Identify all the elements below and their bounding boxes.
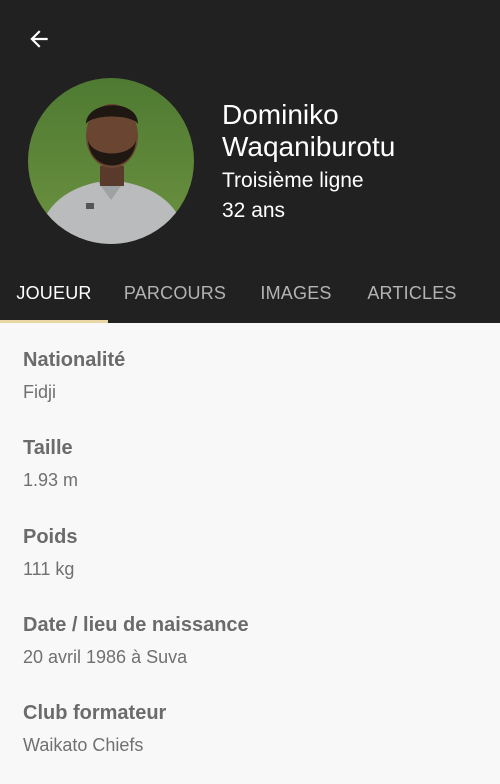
field-naissance: Date / lieu de naissance 20 avril 1986 à…	[23, 613, 249, 668]
tab-bar: JOUEUR PARCOURS IMAGES ARTICLES	[0, 264, 500, 323]
field-label: Poids	[23, 526, 78, 548]
field-club-formateur: Club formateur Waikato Chiefs	[23, 701, 166, 756]
field-taille: Taille 1.93 m	[23, 436, 78, 491]
field-value: Fidji	[23, 382, 57, 402]
back-button[interactable]	[18, 18, 60, 60]
field-value: 111 kg	[23, 559, 75, 579]
field-label: Club formateur	[23, 702, 167, 724]
field-label: Nationalité	[23, 349, 126, 371]
tab-images[interactable]: IMAGES	[242, 264, 350, 323]
field-label: Date / lieu de naissance	[23, 614, 249, 636]
arrow-left-icon	[30, 30, 48, 48]
field-value: 1.93 m	[23, 470, 79, 490]
player-position: Troisième ligne	[222, 169, 364, 192]
tab-articles[interactable]: ARTICLES	[350, 264, 474, 323]
tab-joueur[interactable]: JOUEUR	[0, 264, 108, 323]
player-age: 32 ans	[222, 199, 286, 222]
field-value: Waikato Chiefs	[23, 735, 144, 755]
tab-parcours[interactable]: PARCOURS	[108, 264, 242, 323]
field-nationalite: Nationalité Fidji	[23, 348, 125, 403]
field-poids: Poids 111 kg	[23, 525, 77, 580]
field-label: Taille	[23, 437, 73, 459]
field-value: 20 avril 1986 à Suva	[23, 647, 188, 667]
player-header: Dominiko Waqaniburotu Troisième ligne 32…	[0, 0, 500, 323]
player-avatar	[28, 78, 194, 244]
player-name: Dominiko Waqaniburotu	[222, 99, 396, 162]
active-tab-indicator	[0, 320, 108, 323]
